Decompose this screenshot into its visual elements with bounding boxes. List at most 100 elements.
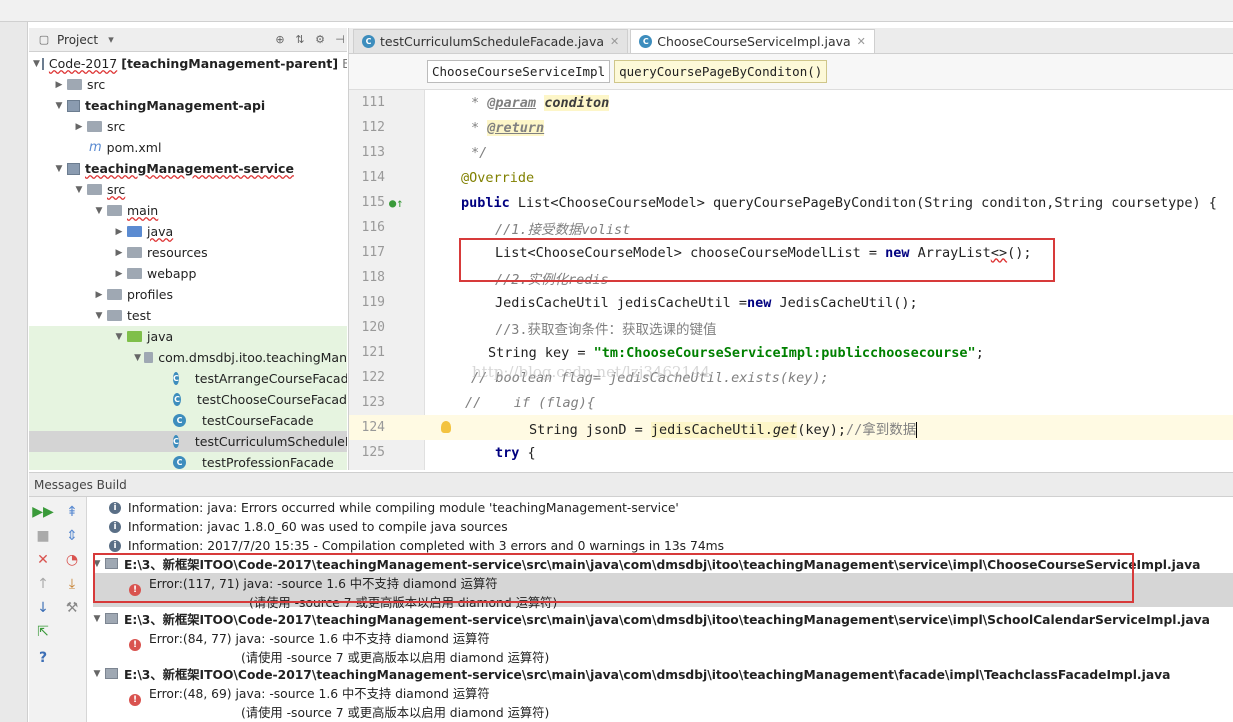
expand-arrow-icon[interactable]: ▼: [91, 669, 103, 679]
editor-tabs: C testCurriculumScheduleFacade.java ✕ C …: [349, 28, 1233, 54]
expand-arrow-icon[interactable]: ▼: [93, 311, 105, 321]
message-error[interactable]: ! Error:(48, 69) java: -source 1.6 中不支持 …: [129, 683, 549, 720]
code-token: get: [772, 421, 798, 438]
expand-arrow-icon[interactable]: ▼: [53, 101, 65, 111]
code-token: new: [746, 294, 772, 311]
file-icon: [105, 668, 118, 679]
tab-choose-course-impl[interactable]: C ChooseCourseServiceImpl.java ✕: [630, 29, 875, 53]
stop-icon[interactable]: ■: [34, 527, 52, 545]
expand-arrow-icon[interactable]: ▼: [73, 185, 85, 195]
tree-row[interactable]: m pom.xml: [29, 137, 347, 158]
expand-arrow-icon[interactable]: ▼: [93, 206, 105, 216]
tab-test-curriculum[interactable]: C testCurriculumScheduleFacade.java ✕: [353, 29, 629, 53]
expand-all-icon[interactable]: ⇕: [63, 527, 81, 545]
expand-arrow-icon[interactable]: ▼: [53, 164, 65, 174]
breadcrumb-class[interactable]: ChooseCourseServiceImpl: [427, 60, 611, 83]
rerun-icon[interactable]: ▶▶: [32, 503, 54, 521]
tree-label: testArrangeCourseFacad: [194, 371, 347, 386]
tree-path-hint: E:: [342, 56, 347, 71]
tree-row[interactable]: ▼ Code-2017 [teachingManagement-parent] …: [29, 53, 347, 74]
tree-label: resources: [147, 245, 208, 260]
line-number: 116: [361, 220, 385, 235]
help-icon[interactable]: ?: [34, 649, 52, 667]
tree-label: src: [107, 119, 126, 134]
tree-row[interactable]: ▶ profiles: [29, 284, 347, 305]
tree-row[interactable]: ▼ src: [29, 179, 347, 200]
tree-row[interactable]: ▶ webapp: [29, 263, 347, 284]
tree-row[interactable]: ▶ src: [29, 74, 347, 95]
settings-icon[interactable]: ⚒: [63, 599, 81, 617]
line-number: 124: [361, 420, 385, 435]
expand-arrow-icon[interactable]: ▼: [33, 59, 40, 69]
highlight-box-error: [93, 553, 1134, 603]
code-line: 121 String key = "tm:ChooseCourseService…: [349, 340, 1233, 365]
tree-row[interactable]: ▼ test: [29, 305, 347, 326]
code-token: String jsonD =: [529, 421, 651, 438]
tree-row[interactable]: C testArrangeCourseFacad: [29, 368, 347, 389]
messages-title: Messages Build: [34, 477, 127, 492]
tree-row[interactable]: ▼ main: [29, 200, 347, 221]
code-line: 123 // if (flag){: [349, 390, 1233, 415]
error-filter-icon[interactable]: ◔: [63, 551, 81, 569]
code-token: ;: [975, 344, 984, 361]
tree-row[interactable]: ▼ java: [29, 326, 347, 347]
open-file-icon[interactable]: ⇱: [34, 623, 52, 641]
messages-header: Messages Build: [29, 473, 1233, 497]
close-icon[interactable]: ✕: [857, 35, 866, 48]
tree-row-selected[interactable]: C testCurriculumScheduleF: [29, 431, 347, 452]
expand-arrow-icon[interactable]: ▶: [113, 269, 125, 279]
expand-arrow-icon[interactable]: ▶: [73, 122, 85, 132]
override-gutter-icon[interactable]: ●↑: [389, 196, 403, 210]
tree-row[interactable]: ▼ teachingManagement-api: [29, 95, 347, 116]
expand-arrow-icon[interactable]: ▶: [53, 80, 65, 90]
code-token: try: [495, 444, 520, 461]
code-token: //1.接受数据volist: [495, 221, 631, 238]
code-line: 111 * @param conditon: [349, 90, 1233, 115]
hide-icon[interactable]: ⊣: [333, 33, 347, 47]
folder-icon: [107, 289, 122, 300]
message-text: Information: 2017/7/20 15:35 - Compilati…: [128, 538, 725, 553]
scroll-icon[interactable]: ⇞: [63, 503, 81, 521]
test-folder-icon: [127, 331, 142, 342]
tree-label: testCurriculumScheduleF: [194, 434, 347, 449]
expand-arrow-icon[interactable]: ▶: [113, 248, 125, 258]
gear-icon[interactable]: ⚙: [313, 33, 327, 47]
message-file[interactable]: ▼ E:\3、新框架ITOO\Code-2017\teachingManagem…: [91, 609, 1210, 628]
message-info[interactable]: i Information: java: Errors occurred whi…: [109, 498, 679, 517]
message-file[interactable]: ▼ E:\3、新框架ITOO\Code-2017\teachingManagem…: [91, 664, 1171, 683]
up-arrow-icon[interactable]: ↑: [34, 575, 52, 593]
close-icon[interactable]: ✕: [610, 35, 619, 48]
line-number: 115: [361, 195, 385, 210]
tree-row[interactable]: ▼ com.dmsdbj.itoo.teachingMan: [29, 347, 347, 368]
expand-arrow-icon[interactable]: ▶: [93, 290, 105, 300]
tool-window-strip: [0, 22, 28, 722]
code-token: conditon: [544, 94, 610, 111]
expand-arrow-icon[interactable]: ▼: [91, 614, 103, 624]
line-number: 114: [361, 170, 385, 185]
collapse-icon[interactable]: ⇅: [293, 33, 307, 47]
target-icon[interactable]: ⊕: [273, 33, 287, 47]
tree-row[interactable]: ▼ teachingManagement-service: [29, 158, 347, 179]
tree-label: teachingManagement-api: [85, 98, 266, 113]
line-number: 122: [361, 370, 385, 385]
message-hint: (请使用 -source 7 或更高版本以启用 diamond 运算符): [241, 706, 550, 720]
down-arrow-icon[interactable]: ↓: [34, 599, 52, 617]
tree-row[interactable]: C testCourseFacade: [29, 410, 347, 431]
tree-row[interactable]: ▶ java: [29, 221, 347, 242]
expand-arrow-icon[interactable]: ▼: [113, 332, 125, 342]
chevron-down-icon[interactable]: ▾: [104, 33, 118, 47]
tree-row[interactable]: C testChooseCourseFacad: [29, 389, 347, 410]
message-error[interactable]: ! Error:(84, 77) java: -source 1.6 中不支持 …: [129, 628, 549, 665]
line-number: 120: [361, 320, 385, 335]
tree-row[interactable]: C testProfessionFacade: [29, 452, 347, 470]
export-icon[interactable]: ⤓: [63, 575, 81, 593]
message-info[interactable]: i Information: javac 1.8.0_60 was used t…: [109, 517, 508, 536]
lightbulb-icon[interactable]: [441, 421, 451, 433]
expand-arrow-icon[interactable]: ▼: [133, 353, 142, 363]
breadcrumb-method[interactable]: queryCoursePageByConditon(): [614, 60, 828, 83]
tree-row[interactable]: ▶ src: [29, 116, 347, 137]
expand-arrow-icon[interactable]: ▶: [113, 227, 125, 237]
tree-row[interactable]: ▶ resources: [29, 242, 347, 263]
close-icon[interactable]: ✕: [34, 551, 52, 569]
project-panel-title[interactable]: Project: [57, 33, 98, 47]
